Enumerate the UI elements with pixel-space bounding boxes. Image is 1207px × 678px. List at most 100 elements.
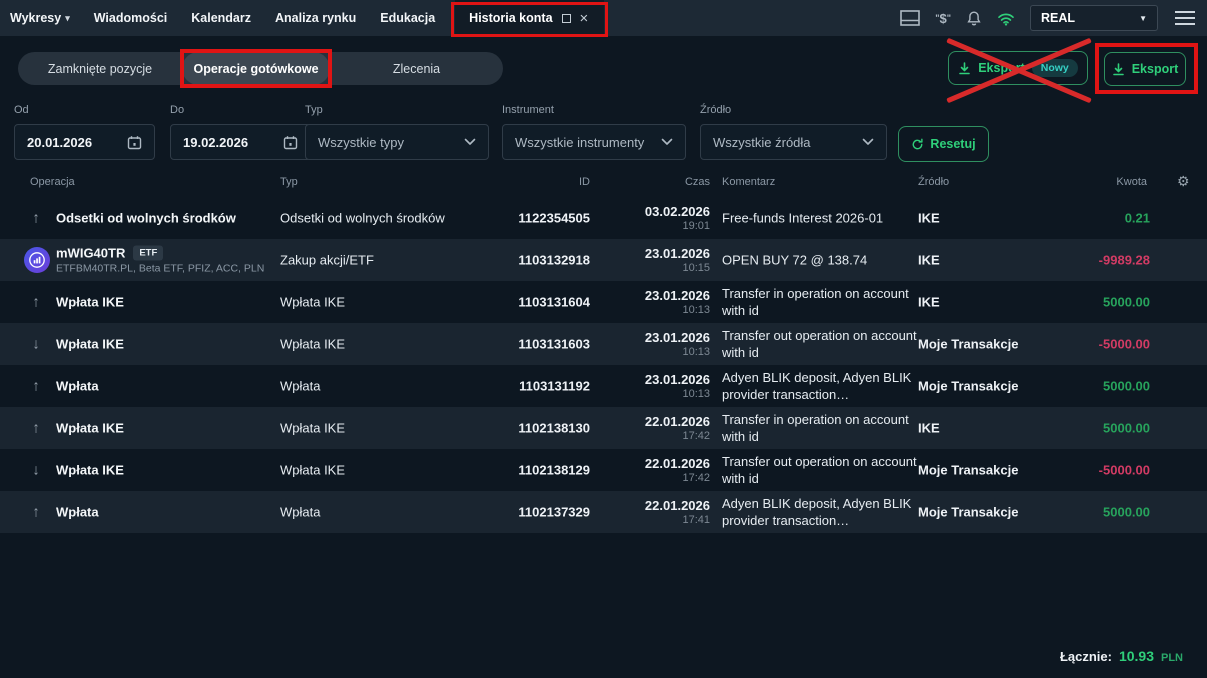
column-komentarz[interactable]: Komentarz <box>722 176 775 188</box>
top-navigation-bar: Wykresy ▾ Wiadomości Kalendarz Analiza r… <box>0 0 1207 36</box>
comment-cell: Transfer in operation on account with id <box>722 411 917 445</box>
amount-cell: 5000.00 <box>1040 505 1150 520</box>
time-value: 17:42 <box>600 430 710 442</box>
operation-name: Wpłata IKE <box>56 421 124 436</box>
table-row[interactable]: ↓ Wpłata IKE Wpłata IKE 1103131603 23.01… <box>0 323 1207 365</box>
date-value: 22.01.2026 <box>600 414 710 429</box>
download-icon <box>1112 63 1125 76</box>
chevron-down-icon <box>464 138 476 146</box>
amount-cell: 5000.00 <box>1040 295 1150 310</box>
main-menu: Wykresy ▾ Wiadomości Kalendarz Analiza r… <box>0 0 447 36</box>
tab-zamkniete-pozycje[interactable]: Zamknięte pozycje <box>18 52 182 85</box>
table-settings-gear-icon[interactable]: ⚙ <box>1177 173 1190 190</box>
id-cell: 1103131603 <box>450 337 590 352</box>
column-id[interactable]: ID <box>490 176 590 188</box>
filter-label: Instrument <box>502 104 686 116</box>
filter-instrument: Instrument Wszystkie instrumenty <box>502 104 686 160</box>
time-value: 10:13 <box>600 388 710 400</box>
export-legacy-label: Eksport <box>978 61 1025 75</box>
column-czas[interactable]: Czas <box>620 176 710 188</box>
tab-operacje-gotowkowe[interactable]: Operacje gotówkowe <box>182 52 330 85</box>
column-kwota[interactable]: Kwota <box>1050 176 1147 188</box>
date-value: 23.01.2026 <box>600 288 710 303</box>
notifications-icon[interactable] <box>966 10 982 27</box>
account-selector[interactable]: REAL ▼ <box>1030 5 1158 31</box>
column-zrodlo[interactable]: Źródło <box>918 176 949 188</box>
filter-type: Typ Wszystkie typy <box>305 104 489 160</box>
table-row[interactable]: ↑ Odsetki od wolnych środków Odsetki od … <box>0 197 1207 239</box>
chevron-down-icon: ▾ <box>65 13 70 24</box>
chevron-down-icon <box>661 138 673 146</box>
instrument-type-badge: ETF <box>133 246 163 261</box>
comment-cell: Transfer out operation on account with i… <box>722 453 917 487</box>
quotes-icon[interactable]: "$" <box>935 11 951 26</box>
comment-cell: Transfer in operation on account with id <box>722 285 917 319</box>
type-select[interactable]: Wszystkie typy <box>305 124 489 160</box>
id-cell: 1103131604 <box>450 295 590 310</box>
operation-cell: Wpłata IKE <box>56 463 271 478</box>
date-value: 03.02.2026 <box>600 204 710 219</box>
source-cell: Moje Transakcje <box>918 463 1038 478</box>
window-tab-historia-konta[interactable]: Historia konta × <box>455 0 604 36</box>
comment-cell: Transfer out operation on account with i… <box>722 327 917 361</box>
reset-filters-button[interactable]: Resetuj <box>898 126 989 162</box>
menu-item-analiza-rynku[interactable]: Analiza rynku <box>263 0 368 36</box>
instrument-subtitle: ETFBM40TR.PL, Beta ETF, PFIZ, ACC, PLN <box>56 263 271 275</box>
id-cell: 1102138129 <box>450 463 590 478</box>
time-value: 19:01 <box>600 220 710 232</box>
calendar-icon[interactable] <box>127 135 142 150</box>
time-cell: 23.01.2026 10:13 <box>600 330 710 358</box>
workspace-icon[interactable] <box>900 10 920 26</box>
table-row[interactable]: ↑ Wpłata IKE Wpłata IKE 1103131604 23.01… <box>0 281 1207 323</box>
operation-name: Wpłata <box>56 379 99 394</box>
total-value: 10.93 <box>1119 648 1154 664</box>
date-value: 23.01.2026 <box>600 372 710 387</box>
id-cell: 1122354505 <box>450 211 590 226</box>
operation-cell: Wpłata IKE <box>56 295 271 310</box>
date-from-input[interactable]: 20.01.2026 <box>14 124 155 160</box>
menu-item-wiadomosci[interactable]: Wiadomości <box>82 0 180 36</box>
source-select[interactable]: Wszystkie źródła <box>700 124 887 160</box>
amount-cell: -9989.28 <box>1040 253 1150 268</box>
chevron-down-icon: ▼ <box>1139 14 1147 23</box>
download-icon <box>958 62 971 75</box>
close-icon[interactable]: × <box>580 11 589 26</box>
direction-arrow-icon: ↓ <box>26 336 46 353</box>
column-typ[interactable]: Typ <box>280 176 298 188</box>
column-operacja[interactable]: Operacja <box>30 176 75 188</box>
calendar-icon[interactable] <box>283 135 298 150</box>
menu-item-kalendarz[interactable]: Kalendarz <box>179 0 263 36</box>
tab-zlecenia[interactable]: Zlecenia <box>330 52 503 85</box>
maximize-icon[interactable] <box>562 14 571 23</box>
menu-icon[interactable] <box>1173 9 1197 27</box>
filter-source: Źródło Wszystkie źródła <box>700 104 887 160</box>
total-currency: PLN <box>1161 652 1183 664</box>
amount-cell: 0.21 <box>1040 211 1150 226</box>
table-row[interactable]: ↑ Wpłata Wpłata 1102137329 22.01.2026 17… <box>0 491 1207 533</box>
filter-label: Źródło <box>700 104 887 116</box>
instrument-select[interactable]: Wszystkie instrumenty <box>502 124 686 160</box>
chevron-down-icon <box>862 138 874 146</box>
amount-cell: -5000.00 <box>1040 337 1150 352</box>
table-row[interactable]: ↓ Wpłata IKE Wpłata IKE 1102138129 22.01… <box>0 449 1207 491</box>
date-to-input[interactable]: 19.02.2026 <box>170 124 311 160</box>
date-value: 22.01.2026 <box>600 498 710 513</box>
menu-item-wykresy[interactable]: Wykresy ▾ <box>0 0 82 36</box>
time-value: 17:41 <box>600 514 710 526</box>
export-button[interactable]: Eksport <box>1104 52 1186 86</box>
amount-cell: -5000.00 <box>1040 463 1150 478</box>
operation-name: Wpłata IKE <box>56 295 124 310</box>
source-select-value: Wszystkie źródła <box>713 135 811 150</box>
export-button-legacy[interactable]: Eksport Nowy <box>948 51 1088 85</box>
source-cell: Moje Transakcje <box>918 379 1038 394</box>
table-row[interactable]: ↑ Wpłata IKE Wpłata IKE 1102138130 22.01… <box>0 407 1207 449</box>
table-row[interactable]: ↑ Wpłata Wpłata 1103131192 23.01.2026 10… <box>0 365 1207 407</box>
date-to-value: 19.02.2026 <box>183 135 248 150</box>
table-row[interactable]: mWIG40TR ETF ETFBM40TR.PL, Beta ETF, PFI… <box>0 239 1207 281</box>
total-summary: Łącznie: 10.93 PLN <box>1060 648 1183 664</box>
connection-icon[interactable] <box>997 11 1015 26</box>
operation-cell: Odsetki od wolnych środków <box>56 211 271 226</box>
date-from-value: 20.01.2026 <box>27 135 92 150</box>
source-cell: IKE <box>918 211 1038 226</box>
menu-item-edukacja[interactable]: Edukacja <box>368 0 447 36</box>
